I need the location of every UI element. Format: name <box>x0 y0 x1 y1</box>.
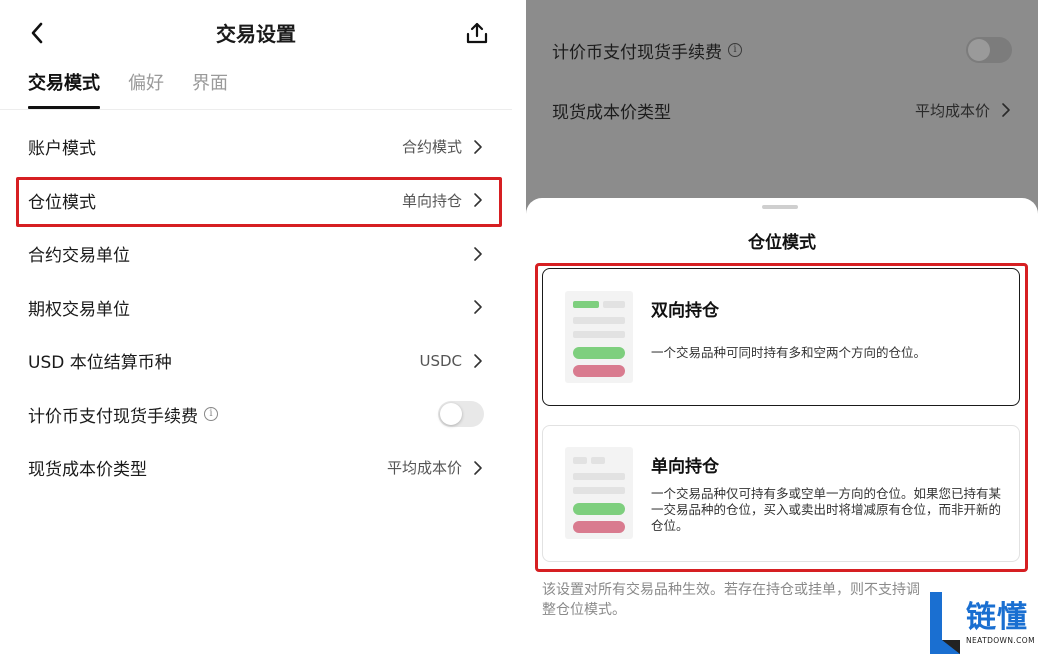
row-label: USD 本位结算币种 <box>28 353 172 374</box>
one-way-mode-illustration <box>565 447 633 539</box>
row-account-mode[interactable]: 账户模式 合约模式 <box>0 120 512 174</box>
page-title: 交易设置 <box>216 22 296 46</box>
tab-bar: 交易模式 偏好 界面 <box>28 70 228 110</box>
chevron-left-icon <box>31 22 43 44</box>
row-label: 现货成本价类型 <box>552 102 671 123</box>
row-label: 仓位模式 <box>28 192 96 213</box>
option-hedge-mode[interactable]: 双向持仓 一个交易品种可同时持有多和空两个方向的仓位。 <box>542 268 1020 406</box>
bg-row-quote-fee: 计价币支付现货手续费 i <box>552 30 1012 70</box>
bottom-sheet: 仓位模式 双向持仓 一个交易品种可同时持有多和空两个方向的仓位。 单向持仓 一个… <box>526 198 1038 658</box>
row-label: 计价币支付现货手续费 <box>552 42 722 63</box>
tab-trade-mode[interactable]: 交易模式 <box>28 70 100 110</box>
settings-list: 账户模式 合约模式 仓位模式 单向持仓 合约交易单位 期权交易单位 USD 本位… <box>0 120 512 495</box>
chevron-right-icon <box>474 300 482 315</box>
sheet-footnote: 该设置对所有交易品种生效。若存在持仓或挂单，则不支持调整仓位模式。 <box>542 582 920 618</box>
chevron-right-icon <box>1002 103 1010 117</box>
chevron-right-icon <box>474 353 482 368</box>
row-label: 账户模式 <box>28 139 96 160</box>
row-value: USDC <box>419 351 462 370</box>
row-label: 合约交易单位 <box>28 246 130 267</box>
quote-fee-toggle[interactable] <box>438 401 484 428</box>
header: 交易设置 <box>0 0 512 64</box>
quote-fee-toggle <box>966 37 1012 63</box>
info-icon[interactable]: i <box>204 407 218 422</box>
sheet-grabber[interactable] <box>762 205 798 209</box>
sheet-title: 仓位模式 <box>748 233 816 253</box>
hedge-mode-illustration <box>565 291 633 383</box>
trade-settings-screen: 交易设置 交易模式 偏好 界面 账户模式 合约模式 仓位模式 单向持仓 合约交易… <box>0 0 512 658</box>
row-label: 计价币支付现货手续费 <box>28 406 198 427</box>
option-one-way-mode[interactable]: 单向持仓 一个交易品种仅可持有多或空单一方向的仓位。如果您已持有某一交易品种的仓… <box>542 425 1020 562</box>
position-mode-sheet-screen: 计价币支付现货手续费 i 现货成本价类型 平均成本价 仓位模式 双向持仓 一个交… <box>526 0 1038 658</box>
row-quote-fee: 计价币支付现货手续费 i <box>0 388 512 442</box>
logo-mark-icon <box>930 592 960 654</box>
row-value: 单向持仓 <box>401 191 462 210</box>
chevron-right-icon <box>474 246 482 261</box>
option-description: 一个交易品种仅可持有多或空单一方向的仓位。如果您已持有某一交易品种的仓位，买入或… <box>651 486 1002 533</box>
row-options-unit[interactable]: 期权交易单位 <box>0 281 512 335</box>
divider <box>0 109 512 110</box>
row-contract-unit[interactable]: 合约交易单位 <box>0 227 512 281</box>
option-title: 双向持仓 <box>651 301 719 321</box>
share-button[interactable] <box>462 18 492 48</box>
info-icon: i <box>728 43 742 57</box>
row-usd-settlement[interactable]: USD 本位结算币种 USDC <box>0 334 512 388</box>
tab-interface[interactable]: 界面 <box>192 70 228 110</box>
watermark-sub: NEATDOWN.COM <box>966 636 1035 645</box>
option-title: 单向持仓 <box>651 457 719 477</box>
watermark-brand: 链懂 <box>966 600 1028 635</box>
row-spot-cost-type[interactable]: 现货成本价类型 平均成本价 <box>0 441 512 495</box>
share-icon <box>466 22 488 44</box>
chevron-right-icon <box>474 139 482 154</box>
row-label: 现货成本价类型 <box>28 460 147 481</box>
option-description: 一个交易品种可同时持有多和空两个方向的仓位。 <box>651 345 927 360</box>
row-value: 合约模式 <box>401 138 462 157</box>
row-label: 期权交易单位 <box>28 299 130 320</box>
row-value: 平均成本价 <box>914 101 990 120</box>
chevron-right-icon <box>474 460 482 475</box>
watermark-logo: 链懂 NEATDOWN.COM <box>924 590 1038 658</box>
tab-preferences[interactable]: 偏好 <box>128 70 164 110</box>
back-button[interactable] <box>22 20 52 46</box>
bg-row-spot-cost-type: 现货成本价类型 平均成本价 <box>552 90 1012 130</box>
row-position-mode[interactable]: 仓位模式 单向持仓 <box>0 174 512 228</box>
row-value: 平均成本价 <box>386 459 462 478</box>
chevron-right-icon <box>474 193 482 208</box>
